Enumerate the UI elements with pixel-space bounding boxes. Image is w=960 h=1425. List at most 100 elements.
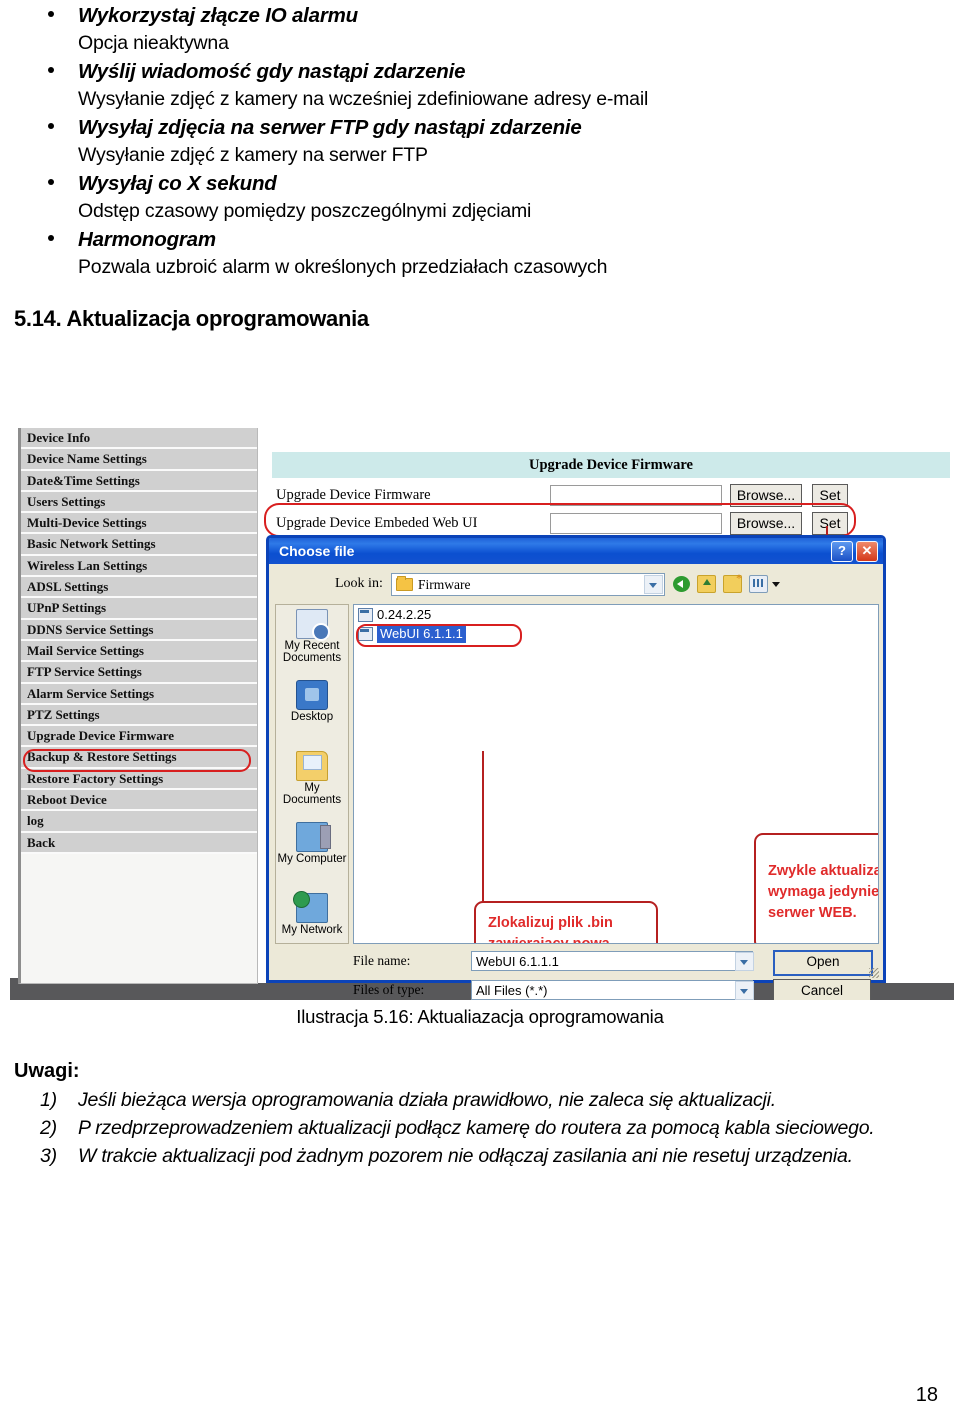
notes-heading: Uwagi:	[14, 1060, 80, 1082]
sidebar-item-upgrade-device-firmware[interactable]: Upgrade Device Firmware	[21, 726, 257, 748]
figure-screenshot: Device Info Device Name Settings Date&Ti…	[10, 428, 954, 1000]
annotation-callout-right: Zwykle aktualizacji wymaga jedynie serwe…	[754, 833, 879, 943]
field-label: Upgrade Device Embeded Web UI	[276, 515, 478, 531]
place-my-documents[interactable]: My Documents	[276, 751, 348, 818]
sidebar-item-alarm-service-settings[interactable]: Alarm Service Settings	[21, 683, 257, 705]
place-label: My Documents	[282, 782, 342, 806]
sidebar-item-adsl-settings[interactable]: ADSL Settings	[21, 577, 257, 599]
firmware-file-input[interactable]	[550, 485, 722, 506]
sidebar-item-multi-device-settings[interactable]: Multi-Device Settings	[21, 513, 257, 535]
bullet-description: Wysyłanie zdjęć z kamery na serwer FTP	[78, 144, 428, 166]
annotation-callout-left: Zlokalizuj plik .bin zawierający nową we…	[474, 901, 658, 944]
callout-line: zawierający nową	[488, 936, 610, 944]
file-name-input[interactable]: WebUI 6.1.1.1	[471, 951, 753, 971]
sidebar-item-restore-factory-settings[interactable]: Restore Factory Settings	[21, 768, 257, 791]
open-button[interactable]: Open	[773, 950, 873, 976]
sidebar-item-users-settings[interactable]: Users Settings	[21, 491, 257, 514]
document-page: Wykorzystaj złącze IO alarmu Opcja nieak…	[0, 0, 960, 1425]
bullet-description: Wysyłanie zdjęć z kamery na wcześniej zd…	[78, 88, 649, 110]
recent-documents-icon	[296, 609, 330, 641]
camera-ui-content-pane: Upgrade Device Firmware Upgrade Device F…	[258, 428, 954, 1000]
file-list[interactable]: 0.24.2.25 WebUI 6.1.1.1 Zlokalizuj plik …	[353, 604, 879, 944]
list-item[interactable]: 0.24.2.25	[354, 605, 878, 624]
close-icon[interactable]: ✕	[856, 541, 878, 562]
file-icon	[358, 607, 373, 622]
list-item: 2) P rzedprzeprowadzeniem aktualizacji p…	[40, 1114, 940, 1142]
file-name: WebUI 6.1.1.1	[377, 624, 466, 643]
callout-line: wymaga jedynie	[768, 884, 879, 900]
note-text: W trakcie aktualizacji pod żadnym pozore…	[78, 1145, 853, 1167]
dialog-toolbar	[673, 571, 780, 593]
file-name-row: File name: WebUI 6.1.1.1 Open	[353, 950, 877, 976]
desktop-icon	[296, 680, 328, 710]
chevron-down-icon[interactable]	[644, 575, 663, 594]
note-number: 3)	[40, 1145, 57, 1167]
list-item: Wysyłaj co X sekund Odstęp czasowy pomię…	[0, 170, 930, 225]
folder-icon	[396, 576, 413, 591]
resize-grip[interactable]	[869, 968, 879, 978]
note-text: P rzedprzeprowadzeniem aktualizacji podł…	[78, 1117, 875, 1139]
chevron-down-icon[interactable]	[735, 981, 754, 1000]
bullet-dot-icon	[48, 179, 54, 185]
back-icon[interactable]	[673, 576, 690, 592]
bullet-description: Pozwala uzbroić alarm w określonych prze…	[78, 256, 608, 278]
bullet-title: Wysyłaj co X sekund	[78, 172, 277, 195]
sidebar-item-datetime-settings[interactable]: Date&Time Settings	[21, 470, 257, 492]
sidebar-item-basic-network-settings[interactable]: Basic Network Settings	[21, 534, 257, 556]
set-button-firmware[interactable]: Set	[812, 484, 848, 507]
figure-caption: Ilustracja 5.16: Aktualiazacja oprogramo…	[296, 1006, 664, 1027]
list-item: Wysyłaj zdjęcia na serwer FTP gdy nastąp…	[0, 114, 930, 169]
place-desktop[interactable]: Desktop	[276, 680, 348, 747]
dialog-caption-buttons: ? ✕	[831, 541, 878, 562]
list-item: Wyślij wiadomość gdy nastąpi zdarzenie W…	[0, 58, 930, 113]
browse-button-webui[interactable]: Browse...	[730, 512, 802, 535]
webui-file-input[interactable]	[550, 513, 722, 534]
files-of-type-select[interactable]: All Files (*.*)	[471, 980, 753, 1000]
sidebar-item-device-name-settings[interactable]: Device Name Settings	[21, 449, 257, 471]
my-computer-icon	[296, 822, 331, 852]
new-folder-icon[interactable]	[723, 571, 742, 593]
my-network-icon	[293, 891, 328, 923]
sidebar-item-upnp-settings[interactable]: UPnP Settings	[21, 598, 257, 620]
place-label: My Computer	[277, 853, 347, 865]
look-in-value: Firmware	[418, 577, 471, 592]
look-in-dropdown[interactable]: Firmware	[391, 573, 665, 596]
help-icon[interactable]: ?	[831, 541, 853, 562]
place-my-computer[interactable]: My Computer	[276, 822, 348, 889]
up-one-level-icon[interactable]	[697, 575, 716, 593]
files-of-type-label: Files of type:	[353, 982, 425, 997]
my-documents-icon	[296, 751, 328, 781]
bullet-description: Opcja nieaktywna	[78, 32, 229, 54]
browse-button-firmware[interactable]: Browse...	[730, 484, 802, 507]
sidebar-item-wireless-lan-settings[interactable]: Wireless Lan Settings	[21, 555, 257, 578]
notes-list: 1) Jeśli bieżąca wersja oprogramowania d…	[40, 1086, 940, 1170]
sidebar-item-back[interactable]: Back	[21, 832, 257, 854]
sidebar-item-ptz-settings[interactable]: PTZ Settings	[21, 704, 257, 727]
sidebar-item-reboot-device[interactable]: Reboot Device	[21, 790, 257, 812]
chevron-down-icon[interactable]	[772, 581, 780, 587]
annotation-leader-line-left	[482, 751, 485, 901]
bullet-dot-icon	[48, 67, 54, 73]
cancel-button[interactable]: Cancel	[773, 979, 871, 1000]
set-button-webui[interactable]: Set	[812, 512, 848, 535]
look-in-label: Look in:	[335, 576, 383, 591]
callout-line: Zlokalizuj plik .bin	[488, 915, 613, 931]
sidebar-item-log[interactable]: log	[21, 811, 257, 833]
list-item: 3) W trakcie aktualizacji pod żadnym poz…	[40, 1142, 940, 1170]
place-label: My Network	[281, 924, 343, 936]
file-icon	[358, 626, 373, 641]
sidebar-item-ddns-service-settings[interactable]: DDNS Service Settings	[21, 619, 257, 641]
sidebar-item-mail-service-settings[interactable]: Mail Service Settings	[21, 640, 257, 663]
sidebar-item-ftp-service-settings[interactable]: FTP Service Settings	[21, 662, 257, 684]
sidebar-item-device-info[interactable]: Device Info	[21, 428, 257, 450]
views-icon[interactable]	[749, 575, 768, 593]
dialog-bottom-rows: File name: WebUI 6.1.1.1 Open Files of t…	[353, 950, 877, 1000]
sidebar-item-backup-restore-settings[interactable]: Backup & Restore Settings	[21, 747, 257, 769]
list-item: Harmonogram Pozwala uzbroić alarm w okre…	[0, 226, 930, 281]
place-my-recent-documents[interactable]: My Recent Documents	[276, 609, 348, 676]
chevron-down-icon[interactable]	[735, 952, 754, 971]
annotation-callout-right-text: Zwykle aktualizacji wymaga jedynie serwe…	[756, 835, 879, 934]
callout-line: serwer WEB.	[768, 905, 857, 921]
place-my-network[interactable]: My Network	[276, 891, 348, 960]
list-item[interactable]: WebUI 6.1.1.1	[354, 624, 878, 643]
